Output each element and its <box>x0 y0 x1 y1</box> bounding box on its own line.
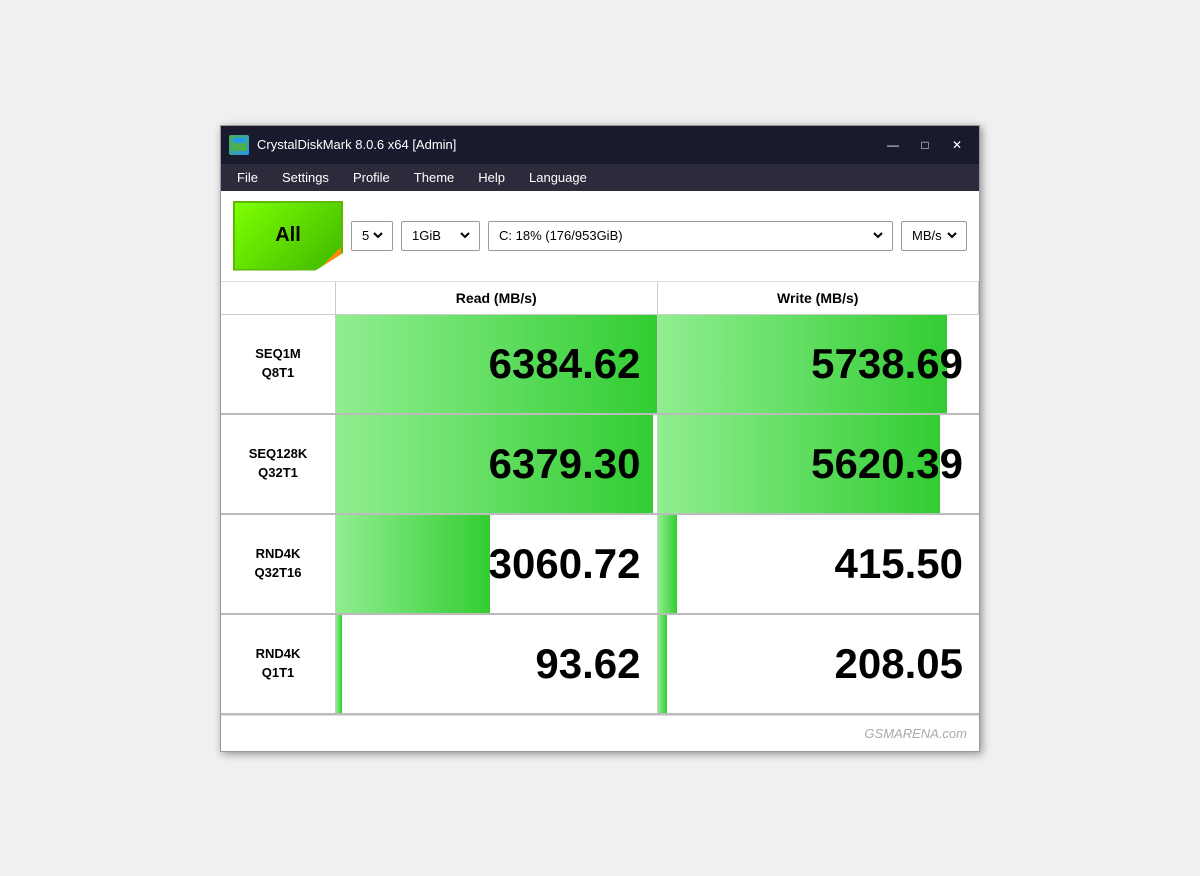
minimize-button[interactable]: — <box>879 134 907 156</box>
watermark-text: GSMARENA.com <box>864 726 967 741</box>
write-number-1: 5620.39 <box>811 440 963 488</box>
maximize-button[interactable]: □ <box>911 134 939 156</box>
drive-dropdown[interactable]: C: 18% (176/953GiB) <box>495 227 886 244</box>
title-bar-left: CrystalDiskMark 8.0.6 x64 [Admin] <box>229 135 456 155</box>
unit-dropdown[interactable]: MB/s GB/s IOPS <box>908 227 960 244</box>
table-row: SEQ128KQ32T1 6379.30 5620.39 <box>221 415 979 515</box>
size-dropdown[interactable]: 1GiB 512MiB 2GiB 4GiB <box>408 227 473 244</box>
size-select[interactable]: 1GiB 512MiB 2GiB 4GiB <box>401 221 480 251</box>
menu-item-settings[interactable]: Settings <box>270 164 341 191</box>
write-value-1: 5620.39 <box>658 415 980 513</box>
read-value-0: 6384.62 <box>336 315 658 413</box>
read-value-2: 3060.72 <box>336 515 658 613</box>
window-title: CrystalDiskMark 8.0.6 x64 [Admin] <box>257 137 456 152</box>
write-number-2: 415.50 <box>835 540 963 588</box>
read-number-0: 6384.62 <box>489 340 641 388</box>
table-row: RND4KQ1T1 93.62 208.05 <box>221 615 979 715</box>
toolbar: All 5 1 3 9 1GiB 512MiB 2GiB 4GiB C: 18%… <box>221 191 979 282</box>
menu-item-theme[interactable]: Theme <box>402 164 466 191</box>
menu-item-profile[interactable]: Profile <box>341 164 402 191</box>
all-button[interactable]: All <box>233 201 343 271</box>
write-value-2: 415.50 <box>658 515 980 613</box>
write-value-0: 5738.69 <box>658 315 980 413</box>
footer: GSMARENA.com <box>221 715 979 751</box>
data-rows: SEQ1MQ8T1 6384.62 5738.69 SEQ128KQ32T1 6379.… <box>221 315 979 715</box>
menu-item-language[interactable]: Language <box>517 164 599 191</box>
label-col-header <box>221 282 336 314</box>
close-button[interactable]: ✕ <box>943 134 971 156</box>
write-col-header: Write (MB/s) <box>658 282 980 314</box>
row-label-3: RND4KQ1T1 <box>221 615 336 713</box>
row-label-1: SEQ128KQ32T1 <box>221 415 336 513</box>
main-window: CrystalDiskMark 8.0.6 x64 [Admin] — □ ✕ … <box>220 125 980 752</box>
runs-select[interactable]: 5 1 3 9 <box>351 221 393 251</box>
read-col-header: Read (MB/s) <box>336 282 658 314</box>
read-number-1: 6379.30 <box>489 440 641 488</box>
read-number-2: 3060.72 <box>489 540 641 588</box>
table-row: RND4KQ32T16 3060.72 415.50 <box>221 515 979 615</box>
drive-select[interactable]: C: 18% (176/953GiB) <box>488 221 893 251</box>
menu-bar: FileSettingsProfileThemeHelpLanguage <box>221 164 979 191</box>
row-label-0: SEQ1MQ8T1 <box>221 315 336 413</box>
write-number-0: 5738.69 <box>811 340 963 388</box>
runs-dropdown[interactable]: 5 1 3 9 <box>358 227 386 244</box>
write-value-3: 208.05 <box>658 615 980 713</box>
window-controls: — □ ✕ <box>879 134 971 156</box>
read-value-3: 93.62 <box>336 615 658 713</box>
read-number-3: 93.62 <box>535 640 640 688</box>
menu-item-file[interactable]: File <box>225 164 270 191</box>
row-label-2: RND4KQ32T16 <box>221 515 336 613</box>
column-headers: Read (MB/s) Write (MB/s) <box>221 282 979 315</box>
app-icon <box>229 135 249 155</box>
title-bar: CrystalDiskMark 8.0.6 x64 [Admin] — □ ✕ <box>221 126 979 164</box>
menu-item-help[interactable]: Help <box>466 164 517 191</box>
table-row: SEQ1MQ8T1 6384.62 5738.69 <box>221 315 979 415</box>
unit-select[interactable]: MB/s GB/s IOPS <box>901 221 967 251</box>
write-number-3: 208.05 <box>835 640 963 688</box>
content-area: Read (MB/s) Write (MB/s) SEQ1MQ8T1 6384.6… <box>221 282 979 715</box>
read-value-1: 6379.30 <box>336 415 658 513</box>
